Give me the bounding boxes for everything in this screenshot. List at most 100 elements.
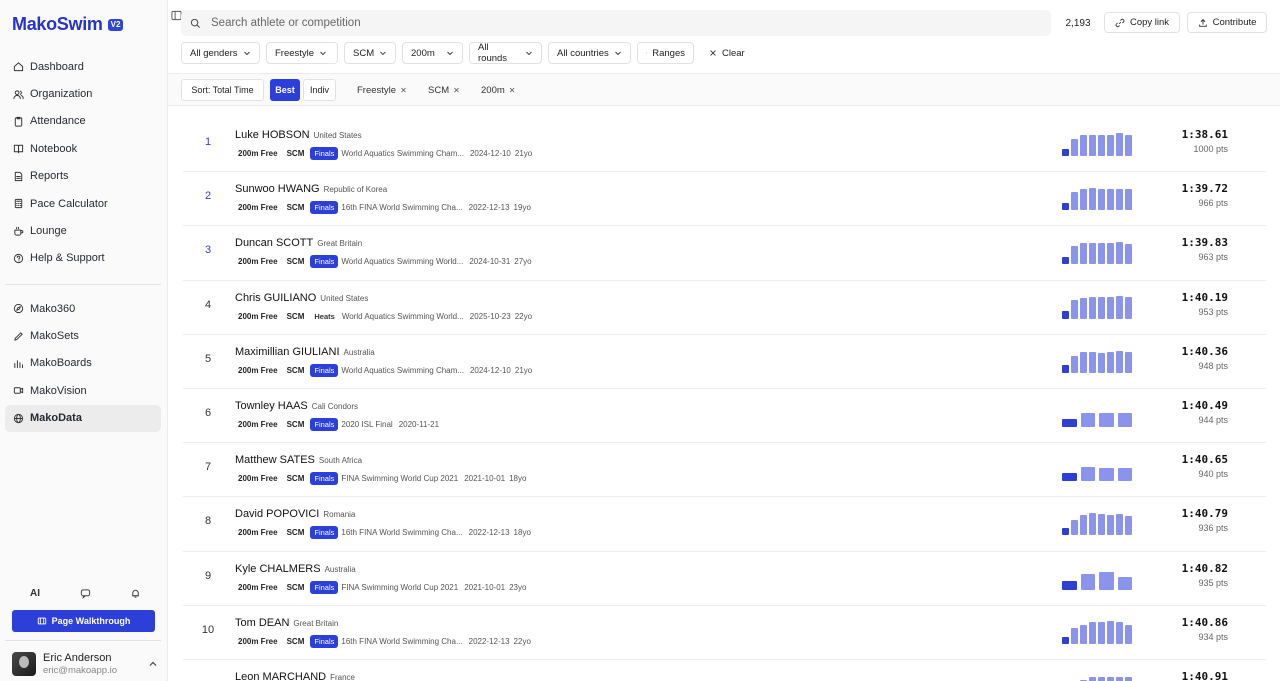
sidebar-item-organization[interactable]: Organization	[5, 80, 161, 107]
rounds-filter[interactable]: All rounds	[469, 42, 542, 64]
split-bar	[1080, 466, 1095, 482]
sidebar-item-pace-calculator[interactable]: Pace Calculator	[5, 190, 161, 217]
athlete-name[interactable]: Leon MARCHAND France	[235, 671, 355, 681]
app-logo[interactable]: MakoSwim V2	[12, 14, 124, 35]
split-chart[interactable]	[1062, 226, 1134, 265]
athlete-name[interactable]: Matthew SATES South Africa	[235, 454, 362, 466]
filter-chip[interactable]: Freestyle ✕	[357, 84, 407, 96]
chat-icon[interactable]	[70, 586, 100, 600]
search-input[interactable]	[211, 17, 911, 29]
split-chart[interactable]	[1062, 443, 1134, 482]
competition-name[interactable]: FINA Swimming World Cup 2021	[341, 474, 458, 483]
competition-name[interactable]: World Aquatics Swimming Cham...	[341, 149, 464, 158]
sidebar-item-reports[interactable]: Reports	[5, 163, 161, 190]
athlete-name[interactable]: David POPOVICI Romania	[235, 508, 355, 520]
course-tag: SCM	[286, 528, 305, 538]
sidebar-item-mako360[interactable]: Mako360	[5, 295, 161, 322]
contribute-button[interactable]: Contribute	[1187, 12, 1267, 33]
result-row[interactable]: 1 Luke HOBSON United States 200m Free SCM Fin…	[183, 118, 1266, 173]
result-row[interactable]: 10 Tom DEAN Great Britain 200m Free SCM Final…	[183, 606, 1266, 660]
competition-name[interactable]: World Aquatics Swimming Cham...	[341, 366, 464, 375]
rank-number: 3	[204, 244, 212, 257]
sidebar-item-makosets[interactable]: MakoSets	[5, 322, 161, 349]
split-bar	[1117, 412, 1132, 427]
chevron-up-icon[interactable]	[148, 659, 158, 669]
athlete-name[interactable]: Sunwoo HWANG Republic of Korea	[235, 183, 387, 195]
athlete-name[interactable]: Luke HOBSON United States	[235, 129, 362, 141]
competition-name[interactable]: 16th FINA World Swimming Cha...	[341, 637, 462, 646]
indiv-toggle[interactable]: Indiv	[303, 79, 336, 101]
distance-filter[interactable]: 200m	[402, 42, 463, 64]
ranges-button[interactable]: Ranges	[637, 42, 694, 64]
split-bar	[1088, 187, 1097, 211]
points: 1000 pts	[1193, 144, 1228, 154]
sidebar-item-makodata[interactable]: MakoData	[5, 404, 161, 432]
swim-time: 1:40.36	[1181, 344, 1228, 358]
competition-name[interactable]: 2020 ISL Final	[341, 420, 392, 429]
result-row[interactable]: 4 Chris GUILIANO United States 200m Free SCM…	[183, 281, 1266, 335]
stroke-filter[interactable]: Freestyle	[266, 42, 338, 64]
competition-name[interactable]: World Aquatics Swimming World...	[341, 257, 463, 266]
split-bar	[1070, 192, 1079, 211]
search-bar[interactable]	[181, 10, 1051, 36]
copy-link-button[interactable]: Copy link	[1104, 12, 1180, 33]
split-bar	[1088, 513, 1097, 536]
user-menu[interactable]: Eric Anderson eric@makoapp.io	[12, 650, 158, 678]
filter-chip[interactable]: SCM ✕	[428, 84, 460, 96]
countries-filter[interactable]: All countries	[548, 42, 631, 64]
result-row[interactable]: 3 Duncan SCOTT Great Britain 200m Free SCM Fi…	[183, 226, 1266, 281]
page-walkthrough-button[interactable]: Page Walkthrough	[12, 610, 155, 632]
result-meta: 200m Free SCM Finals World Aquatics Swimmin…	[235, 255, 532, 269]
competition-name[interactable]: World Aquatics Swimming World...	[342, 312, 464, 321]
result-row[interactable]: 5 Maximillian GIULIANI Australia 200m Free S…	[183, 335, 1266, 389]
result-row[interactable]: 8 David POPOVICI Romania 200m Free SCM Finals…	[183, 497, 1266, 552]
sort-select[interactable]: Sort: Total Time	[181, 79, 264, 101]
athlete-name[interactable]: Chris GUILIANO United States	[235, 292, 368, 304]
competition-name[interactable]: FINA Swimming World Cup 2021	[341, 583, 458, 592]
course-tag: SCM	[286, 582, 305, 592]
clear-button[interactable]: Clear	[700, 42, 756, 64]
chevron-down-icon	[243, 51, 250, 56]
split-chart[interactable]	[1062, 281, 1134, 319]
filter-chip[interactable]: 200m ✕	[481, 84, 515, 96]
sidebar-item-help-support[interactable]: Help & Support	[5, 245, 161, 272]
split-chart[interactable]	[1062, 497, 1134, 536]
athlete-name[interactable]: Maximillian GIULIANI Australia	[235, 346, 375, 358]
ai-button[interactable]: AI	[20, 586, 50, 600]
split-chart[interactable]	[1062, 660, 1134, 681]
sidebar-item-notebook[interactable]: Notebook	[5, 135, 161, 162]
sidebar-item-dashboard[interactable]: Dashboard	[5, 53, 161, 80]
athlete-name[interactable]: Townley HAAS Cali Condors	[235, 400, 358, 412]
bell-icon[interactable]	[120, 586, 150, 600]
athlete-name[interactable]: Tom DEAN Great Britain	[235, 617, 338, 629]
split-chart[interactable]	[1062, 552, 1134, 590]
split-bar	[1062, 148, 1070, 156]
split-chart[interactable]	[1062, 172, 1134, 211]
result-row[interactable]: 9 Kyle CHALMERS Australia 200m Free SCM Final…	[183, 552, 1266, 606]
gender-filter[interactable]: All genders	[181, 42, 260, 64]
sidebar-item-lounge[interactable]: Lounge	[5, 217, 161, 244]
athlete-age: 23yo	[509, 582, 527, 592]
remove-chip-icon[interactable]: ✕	[400, 86, 407, 95]
split-chart[interactable]	[1062, 335, 1134, 373]
result-row[interactable]: 2 Sunwoo HWANG Republic of Korea 200m Free S…	[183, 172, 1266, 227]
sidebar-item-makoboards[interactable]: MakoBoards	[5, 350, 161, 377]
sidebar-item-makovision[interactable]: MakoVision	[5, 377, 161, 404]
competition-name[interactable]: 16th FINA World Swimming Cha...	[341, 203, 462, 212]
result-row[interactable]: Leon MARCHAND France 1:40.91	[183, 660, 1266, 681]
split-bar	[1106, 134, 1115, 156]
course-filter[interactable]: SCM	[344, 42, 396, 64]
split-chart[interactable]	[1062, 118, 1134, 156]
remove-chip-icon[interactable]: ✕	[509, 86, 516, 95]
result-row[interactable]: 7 Matthew SATES South Africa 200m Free SCM Fi…	[183, 443, 1266, 498]
athlete-name[interactable]: Duncan SCOTT Great Britain	[235, 237, 362, 249]
result-row[interactable]: 6 Townley HAAS Cali Condors 200m Free SCM Fin…	[183, 389, 1266, 444]
remove-chip-icon[interactable]: ✕	[453, 86, 460, 95]
competition-name[interactable]: 16th FINA World Swimming Cha...	[341, 528, 462, 537]
sidebar-item-attendance[interactable]: Attendance	[5, 108, 161, 135]
split-chart[interactable]	[1062, 389, 1134, 427]
split-chart[interactable]	[1062, 606, 1134, 644]
athlete-name[interactable]: Kyle CHALMERS Australia	[235, 563, 356, 575]
split-bar	[1115, 350, 1124, 373]
best-toggle[interactable]: Best	[270, 79, 300, 101]
